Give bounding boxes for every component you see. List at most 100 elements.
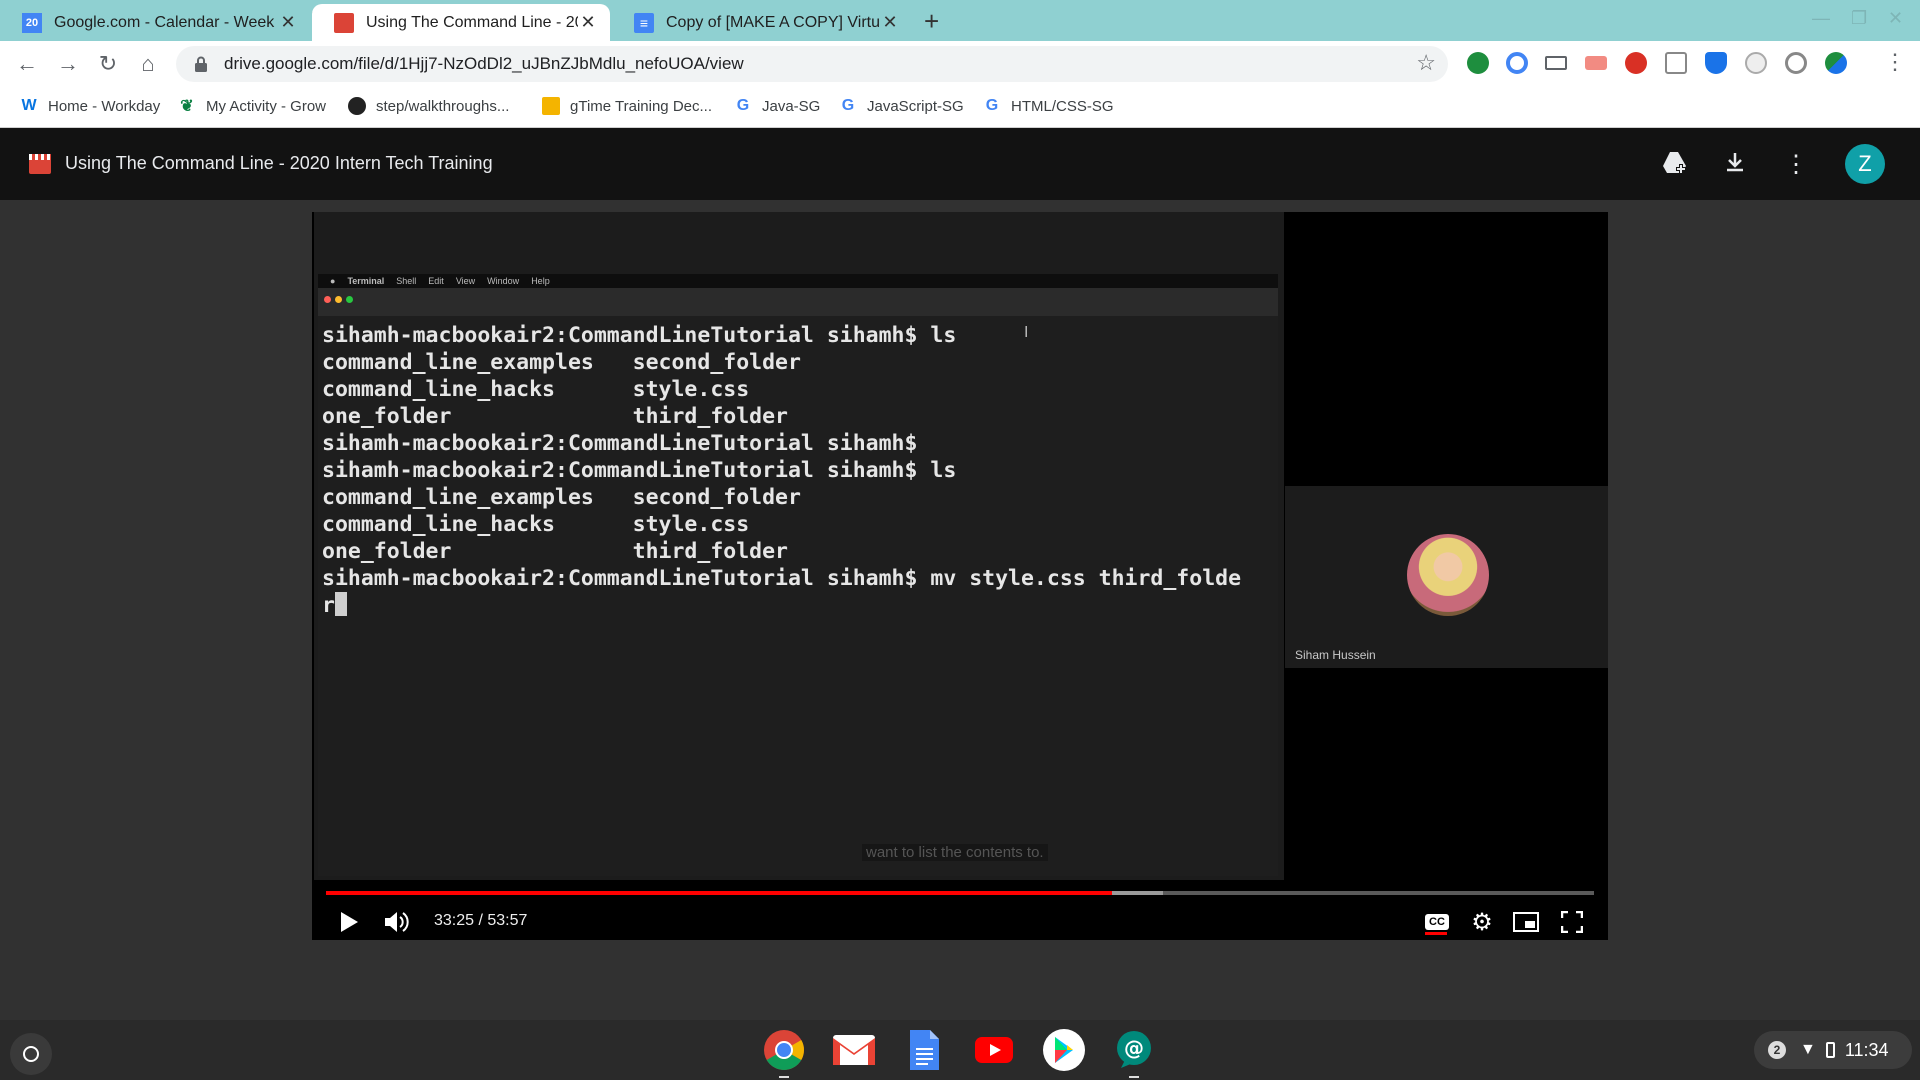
minimize-icon[interactable]: — xyxy=(1812,8,1830,29)
launcher-button[interactable] xyxy=(10,1033,52,1075)
google-icon: G xyxy=(985,97,999,114)
bookmark-label: step/walkthroughs... xyxy=(376,97,510,115)
extension-icon[interactable] xyxy=(1467,52,1489,74)
calendar-icon: 20 xyxy=(22,12,42,33)
launcher-icon xyxy=(23,1046,39,1062)
extension-icon[interactable] xyxy=(1825,52,1847,74)
play-icon xyxy=(341,912,358,932)
tab-command-line[interactable]: Using The Command Line - 2020 ✕ xyxy=(312,4,610,41)
gmail-app[interactable] xyxy=(832,1028,876,1072)
chat-app[interactable]: @ xyxy=(1112,1028,1156,1072)
terminal-line: command_line_examples second_folder xyxy=(322,350,801,375)
miniplayer-button[interactable] xyxy=(1509,902,1543,940)
svg-text:@: @ xyxy=(1124,1036,1144,1060)
bookmark-github[interactable]: step/walkthroughs... xyxy=(348,97,509,115)
bookmark-star-icon[interactable]: ☆ xyxy=(1416,50,1436,76)
fullscreen-icon xyxy=(1561,911,1583,933)
download-icon[interactable] xyxy=(1721,150,1749,178)
address-bar[interactable]: drive.google.com/file/d/1Hjj7-NzOdDl2_uJ… xyxy=(176,46,1448,82)
maximize-icon[interactable]: ❐ xyxy=(1851,8,1867,29)
more-options-icon[interactable]: ⋮ xyxy=(1782,150,1810,178)
participant-tile: Siham Hussein xyxy=(1285,486,1608,668)
extension-icon[interactable] xyxy=(1506,52,1528,74)
mac-menu-item: Shell xyxy=(396,276,417,286)
add-to-drive-icon[interactable] xyxy=(1661,150,1689,178)
participant-name: Siham Hussein xyxy=(1295,648,1376,662)
volume-button[interactable] xyxy=(380,902,414,940)
github-icon xyxy=(348,97,366,115)
close-window-icon[interactable]: ✕ xyxy=(1888,8,1903,29)
new-tab-button[interactable]: + xyxy=(924,6,939,37)
url-text: drive.google.com/file/d/1Hjj7-NzOdDl2_uJ… xyxy=(224,54,744,73)
bookmark-workday[interactable]: W Home - Workday xyxy=(20,97,160,115)
bookmark-label: Home - Workday xyxy=(48,97,161,115)
terminal-cursor xyxy=(334,592,347,616)
reload-icon[interactable]: ↻ xyxy=(93,49,123,79)
tab-docs-copy[interactable]: ≡ Copy of [MAKE A COPY] Virtual I ✕ xyxy=(612,4,912,41)
browser-toolbar: ← → ↻ ⌂ drive.google.com/file/d/1Hjj7-Nz… xyxy=(0,41,1920,87)
home-icon[interactable]: ⌂ xyxy=(133,49,163,79)
shield-icon[interactable] xyxy=(1705,52,1727,74)
cc-icon: CC xyxy=(1425,914,1449,930)
youtube-app[interactable] xyxy=(972,1028,1016,1072)
extension-icon[interactable] xyxy=(1665,52,1687,74)
settings-button[interactable]: ⚙ xyxy=(1465,902,1499,940)
mac-menu-bar: ● Terminal Shell Edit View Window Help xyxy=(318,274,1278,288)
tab-calendar[interactable]: 20 Google.com - Calendar - Week of ✕ xyxy=(0,4,310,41)
extension-icon[interactable] xyxy=(1625,52,1647,74)
bookmark-gtime[interactable]: gTime Training Dec... xyxy=(542,97,712,115)
mac-menu-item: Help xyxy=(531,276,550,286)
terminal-line: r xyxy=(322,592,1274,619)
running-indicator xyxy=(1129,1076,1139,1078)
bookmark-html-css-sg[interactable]: G HTML/CSS-SG xyxy=(983,97,1114,115)
terminal-output: sihamh-macbookair2:CommandLineTutorial s… xyxy=(318,316,1278,876)
terminal-line: one_folder third_folder xyxy=(322,404,788,429)
extension-icon[interactable] xyxy=(1745,52,1767,74)
play-store-icon xyxy=(1043,1029,1085,1071)
docs-icon: ≡ xyxy=(634,12,654,33)
chrome-menu-icon[interactable]: ⋮ xyxy=(1884,49,1906,75)
docs-app[interactable] xyxy=(902,1028,946,1072)
avatar[interactable]: Z xyxy=(1845,144,1885,184)
text-cursor-icon: I xyxy=(1024,324,1029,341)
terminal-line: command_line_hacks style.css xyxy=(322,377,750,402)
cast-icon[interactable] xyxy=(1545,56,1567,70)
apple-icon: ● xyxy=(330,276,336,286)
forward-icon[interactable]: → xyxy=(53,49,83,79)
terminal-line: one_folder third_folder xyxy=(322,539,788,564)
status-tray[interactable]: 2 ▼ 11:34 xyxy=(1754,1031,1912,1069)
wifi-icon: ▼ xyxy=(1800,1041,1816,1058)
back-icon[interactable]: ← xyxy=(12,49,42,79)
browser-window: 20 Google.com - Calendar - Week of ✕ Usi… xyxy=(0,0,1920,1080)
google-icon[interactable] xyxy=(1785,52,1807,74)
google-icon: G xyxy=(841,97,855,114)
bookmark-java-sg[interactable]: G Java-SG xyxy=(734,97,821,115)
tab-title: Copy of [MAKE A COPY] Virtual I xyxy=(666,13,880,31)
drive-video-icon xyxy=(334,12,354,33)
bookmark-label: My Activity - Grow xyxy=(206,97,327,115)
bookmark-my-activity[interactable]: ❦ My Activity - Grow xyxy=(178,97,327,116)
clock: 11:34 xyxy=(1844,1039,1889,1060)
extension-icon[interactable] xyxy=(1585,56,1607,70)
close-tab-icon[interactable]: ✕ xyxy=(880,12,900,33)
bookmark-label: gTime Training Dec... xyxy=(570,97,712,115)
participant-avatar xyxy=(1407,534,1489,616)
google-icon: G xyxy=(736,97,750,114)
captions-active-indicator xyxy=(1425,932,1447,935)
viewer-header: Using The Command Line - 2020 Intern Tec… xyxy=(0,128,1920,200)
fullscreen-button[interactable] xyxy=(1555,902,1589,940)
chrome-app[interactable] xyxy=(762,1028,806,1072)
docs-icon xyxy=(910,1030,939,1070)
play-store-app[interactable] xyxy=(1042,1028,1086,1072)
caption-text: want to list the contents to. xyxy=(862,844,1048,861)
video-player[interactable]: ● Terminal Shell Edit View Window Help s… xyxy=(312,212,1608,940)
terminal-line: command_line_examples second_folder xyxy=(322,485,801,510)
progress-bar[interactable] xyxy=(326,891,1594,895)
bookmark-javascript-sg[interactable]: G JavaScript-SG xyxy=(839,97,964,115)
close-tab-icon[interactable]: ✕ xyxy=(578,12,598,33)
close-tab-icon[interactable]: ✕ xyxy=(278,12,298,33)
terminal-line: sihamh-macbookair2:CommandLineTutorial s… xyxy=(322,323,957,348)
participant-tile-empty xyxy=(1285,212,1608,470)
terminal-line: sihamh-macbookair2:CommandLineTutorial s… xyxy=(322,566,1242,591)
play-button[interactable] xyxy=(334,902,364,940)
